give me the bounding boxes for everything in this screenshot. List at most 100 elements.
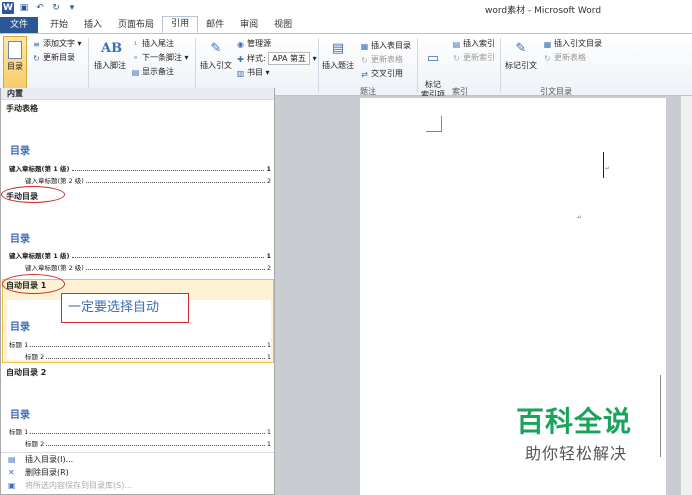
tab-page-layout[interactable]: 页面布局 bbox=[110, 17, 162, 33]
insert-index-icon: ▤ bbox=[452, 40, 461, 49]
citation-style-select[interactable]: ✚ 样式: APA 第五 ▾ bbox=[236, 52, 317, 65]
annotation-ellipse bbox=[2, 274, 65, 294]
update-table-button[interactable]: ↻ 更新表格 bbox=[360, 54, 403, 65]
window-title: word素材 - Microsoft Word bbox=[485, 6, 602, 16]
show-notes-icon: ▤ bbox=[131, 68, 140, 77]
add-text-button[interactable]: ≡ 添加文字 ▾ bbox=[32, 38, 81, 49]
update-table-icon: ↻ bbox=[361, 56, 368, 65]
redo-icon[interactable]: ↻ bbox=[50, 2, 62, 14]
show-notes-button[interactable]: ▤ 显示备注 bbox=[131, 66, 174, 77]
bibliography-icon: ▥ bbox=[236, 69, 245, 78]
insert-table-of-authorities-button[interactable]: ▦ 插入引文目录 bbox=[543, 38, 602, 49]
tab-file[interactable]: 文件 bbox=[0, 17, 39, 33]
manage-sources-icon: ◉ bbox=[237, 40, 244, 49]
word-logo-icon: W bbox=[2, 2, 14, 14]
next-footnote-icon: ᵃ bbox=[133, 54, 138, 63]
table-of-authorities-icon: ▦ bbox=[543, 40, 552, 49]
tab-mailings[interactable]: 邮件 bbox=[198, 17, 232, 33]
customize-qat-icon[interactable]: ▾ bbox=[66, 2, 78, 14]
margin-corner-mark bbox=[426, 116, 442, 132]
cross-reference-icon: ⇄ bbox=[361, 70, 368, 79]
tab-home[interactable]: 开始 bbox=[42, 17, 76, 33]
bibliography-button[interactable]: ▥ 书目 ▾ bbox=[236, 67, 270, 78]
update-index-button[interactable]: ↻ 更新索引 bbox=[452, 52, 495, 63]
toc-preview-line: 键入章标题(第 2 级) 2 bbox=[25, 264, 271, 272]
annotation-ellipse bbox=[1, 186, 65, 203]
insert-index-button[interactable]: ▤ 插入索引 bbox=[452, 38, 495, 49]
toc-preview-line: 标题 11 bbox=[9, 428, 271, 436]
save-icon[interactable]: ▣ bbox=[18, 2, 30, 14]
quick-access-toolbar: W ▣ ↶ ↻ ▾ bbox=[2, 2, 78, 14]
ribbon-separator bbox=[500, 38, 501, 92]
ab-footnote-icon: AB bbox=[101, 41, 123, 56]
toc-gallery-dropdown: 内置 手动表格 目录 键入章标题(第 1 级) 1 键入章标题(第 2 级) 2 手… bbox=[0, 88, 275, 495]
toc-preview-line: 标题 21 bbox=[25, 440, 271, 448]
insert-caption-icon: ▤ bbox=[331, 41, 345, 56]
toc-preview-line: 标题 11 bbox=[9, 341, 271, 349]
toc-preview-line: 键入章标题(第 2 级) 2 bbox=[25, 177, 271, 185]
gallery-item-title: 自动目录 2 bbox=[6, 368, 47, 377]
text-cursor bbox=[603, 152, 604, 178]
table-of-figures-icon: ▦ bbox=[360, 42, 369, 51]
menu-save-selection-to-gallery[interactable]: ▣ 将所选内容保存到目录库(S)... bbox=[1, 479, 274, 492]
watermark-subtitle: 助你轻松解决 bbox=[525, 444, 628, 463]
tab-review[interactable]: 审阅 bbox=[232, 17, 266, 33]
update-authorities-icon: ↻ bbox=[544, 54, 551, 63]
menu-remove-toc[interactable]: ✕ 删除目录(R) bbox=[1, 466, 274, 479]
ribbon: 目录 ≡ 添加文字 ▾ ↻ 更新目录 AB 插入脚注 ¹ 插入尾注 ᵃ 下一条脚注 ▾ … bbox=[0, 34, 692, 99]
annotation-hint-box: 一定要选择自动 bbox=[61, 293, 189, 323]
tab-view[interactable]: 视图 bbox=[266, 17, 300, 33]
toc-preview-heading: 目录 bbox=[10, 146, 30, 157]
toc-preview-heading: 目录 bbox=[10, 410, 30, 421]
remove-toc-icon: ✕ bbox=[8, 468, 15, 477]
insert-toc-icon: ▤ bbox=[8, 455, 16, 464]
insert-endnote-button[interactable]: ¹ 插入尾注 bbox=[131, 38, 174, 49]
ribbon-tabs: 文件 开始 插入 页面布局 引用 邮件 审阅 视图 bbox=[0, 16, 692, 34]
mark-citation-button[interactable]: ✎ 标记引文 bbox=[502, 40, 540, 71]
insert-table-of-figures-button[interactable]: ▦ 插入表目录 bbox=[360, 40, 411, 51]
update-toc-icon: ↻ bbox=[33, 54, 40, 63]
style-dropdown[interactable]: APA 第五 bbox=[268, 52, 311, 65]
undo-icon[interactable]: ↶ bbox=[34, 2, 46, 14]
toc-preview-line: 键入章标题(第 1 级) 1 bbox=[9, 165, 271, 173]
update-toc-button[interactable]: ↻ 更新目录 bbox=[32, 52, 75, 63]
ribbon-separator bbox=[88, 38, 89, 92]
toc-icon bbox=[8, 41, 22, 59]
insert-citation-icon: ✎ bbox=[210, 41, 222, 56]
update-index-icon: ↻ bbox=[453, 54, 460, 63]
ribbon-separator bbox=[318, 38, 319, 92]
next-footnote-button[interactable]: ᵃ 下一条脚注 ▾ bbox=[131, 52, 189, 63]
menu-insert-toc[interactable]: ▤ 插入目录(I)... bbox=[1, 453, 274, 466]
style-icon: ✚ bbox=[237, 55, 244, 64]
save-to-gallery-icon: ▣ bbox=[8, 481, 16, 490]
margin-corner-mark bbox=[441, 116, 442, 132]
toc-preview-line: 键入章标题(第 1 级) 1 bbox=[9, 252, 271, 260]
vertical-scrollbar[interactable] bbox=[680, 96, 692, 495]
insert-citation-button[interactable]: ✎ 插入引文 bbox=[198, 40, 234, 71]
tab-insert[interactable]: 插入 bbox=[76, 17, 110, 33]
mark-citation-icon: ✎ bbox=[515, 41, 527, 56]
toc-dropdown-menu: ▤ 插入目录(I)... ✕ 删除目录(R) ▣ 将所选内容保存到目录库(S)... bbox=[1, 452, 274, 492]
toc-button-label: 目录 bbox=[7, 62, 23, 71]
mark-entry-icon: ▭ bbox=[426, 51, 440, 66]
toc-preview-heading: 目录 bbox=[10, 322, 30, 333]
paragraph-mark: ↵ bbox=[577, 214, 583, 221]
toc-preview-heading: 目录 bbox=[10, 234, 30, 245]
insert-footnote-button[interactable]: AB 插入脚注 bbox=[91, 40, 129, 71]
ribbon-separator bbox=[195, 38, 196, 92]
cross-reference-button[interactable]: ⇄ 交叉引用 bbox=[360, 68, 403, 79]
watermark-title: 百科全说 bbox=[516, 405, 633, 438]
add-text-icon: ≡ bbox=[33, 40, 40, 49]
margin-corner-mark bbox=[660, 375, 666, 457]
tab-references[interactable]: 引用 bbox=[162, 16, 199, 33]
endnote-icon: ¹ bbox=[133, 40, 138, 49]
toc-button[interactable]: 目录 bbox=[3, 36, 27, 94]
insert-caption-button[interactable]: ▤ 插入题注 bbox=[320, 40, 356, 71]
title-bar: W ▣ ↶ ↻ ▾ word素材 - Microsoft Word bbox=[0, 0, 692, 17]
update-authorities-button[interactable]: ↻ 更新表格 bbox=[543, 52, 586, 63]
mark-entry-button[interactable]: ▭ 标记 索引项 bbox=[418, 40, 448, 100]
toc-preview-line: 标题 21 bbox=[25, 353, 271, 361]
manage-sources-button[interactable]: ◉ 管理源 bbox=[236, 38, 271, 49]
gallery-section-header: 内置 bbox=[1, 88, 274, 100]
gallery-item-title: 手动表格 bbox=[6, 104, 38, 113]
